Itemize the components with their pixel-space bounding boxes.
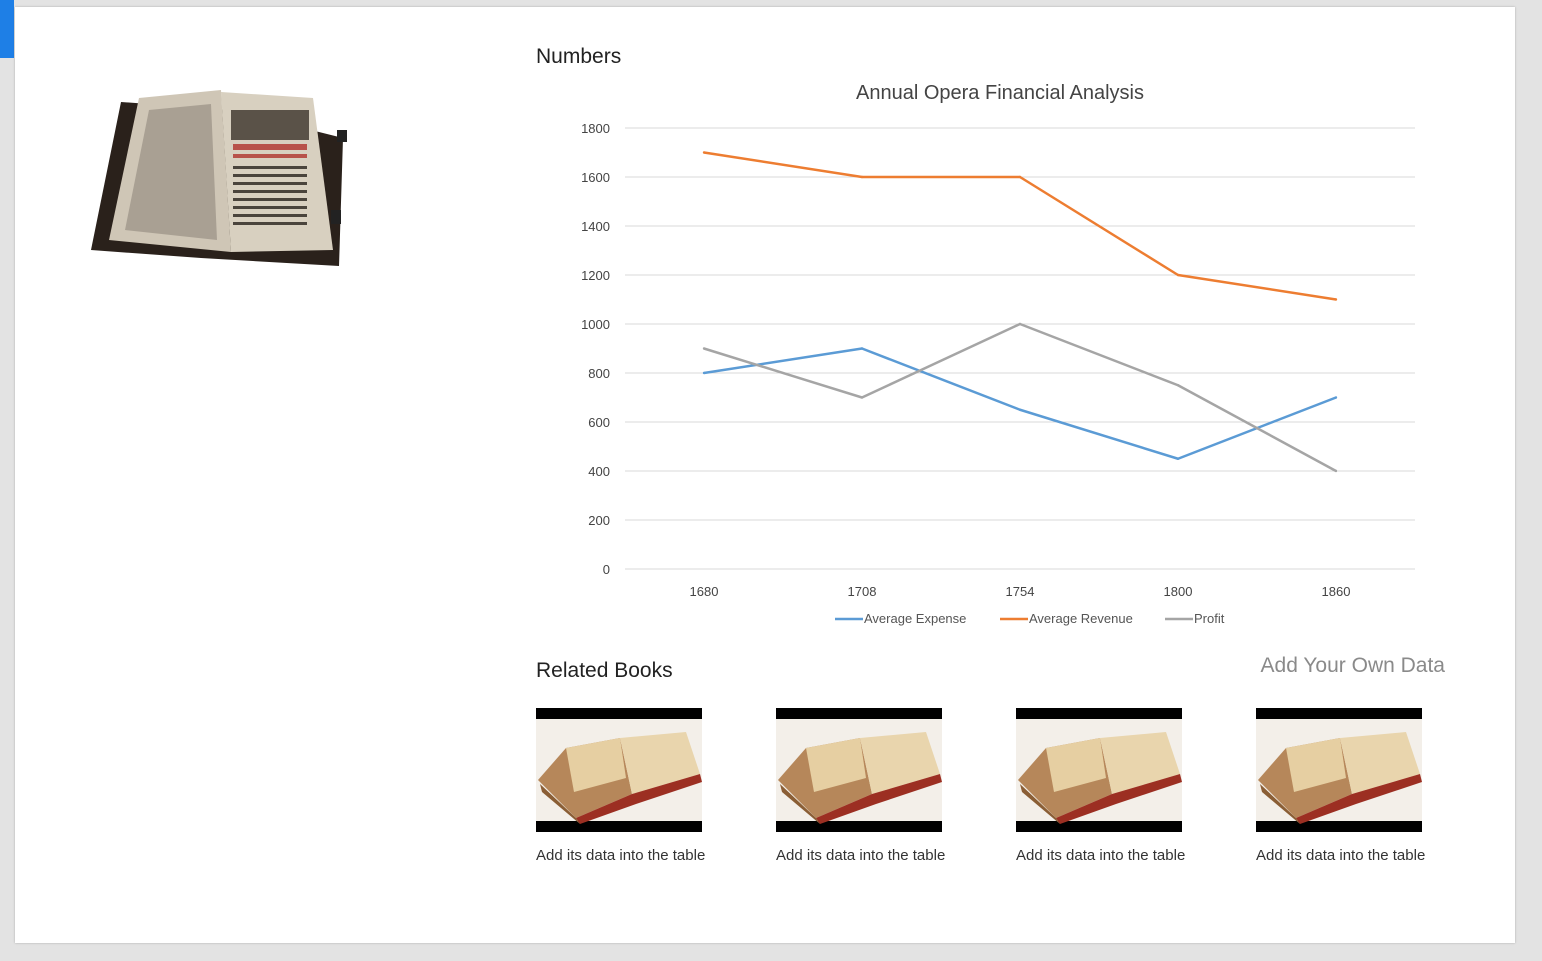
y-tick-label: 400 [588, 464, 610, 479]
x-tick-label: 1680 [690, 584, 719, 599]
x-tick-label: 1754 [1006, 584, 1035, 599]
financial-chart: Annual Opera Financial Analysis 0 200 400 6… [535, 82, 1465, 642]
data-point [860, 175, 864, 179]
y-tick-label: 1000 [581, 317, 610, 332]
data-point [1176, 384, 1180, 387]
line-chart-svg: 0 200 400 600 800 1000 1200 1400 1600 1800 1680 170… [581, 121, 1415, 626]
corner-tab[interactable] [0, 0, 14, 58]
y-tick-label: 600 [588, 415, 610, 430]
data-point [1176, 457, 1180, 460]
book-caption: Add its data into the table [776, 847, 946, 864]
data-point [860, 347, 864, 350]
data-point [1334, 469, 1338, 473]
related-books-list: Add its data into the table Add its data… [536, 708, 1456, 878]
book-caption: Add its data into the table [536, 847, 706, 864]
x-tick-label: 1800 [1164, 584, 1193, 599]
antique-book-image [91, 90, 347, 266]
data-point [1018, 408, 1022, 411]
related-book-card-3: Add its data into the table [1016, 708, 1226, 864]
y-tick-label: 800 [588, 366, 610, 381]
book-thumbnail[interactable] [776, 708, 942, 832]
x-tick-label: 1860 [1322, 584, 1351, 599]
x-tick-label: 1708 [848, 584, 877, 599]
data-point [1334, 298, 1338, 301]
series-line-0 [703, 347, 1337, 460]
y-tick-label: 1800 [581, 121, 610, 136]
data-point [1334, 396, 1338, 399]
book-thumbnail[interactable] [1016, 708, 1182, 832]
y-tick-label: 1200 [581, 268, 610, 283]
add-your-own-data-link[interactable]: Add Your Own Data [1261, 654, 1445, 678]
data-point [702, 151, 706, 154]
related-book-card-4: Add its data into the table [1256, 708, 1466, 864]
y-tick-label: 200 [588, 513, 610, 528]
data-point [1176, 273, 1180, 277]
data-point [1018, 322, 1022, 326]
y-tick-label: 1400 [581, 219, 610, 234]
book-thumbnail[interactable] [536, 708, 702, 832]
data-point [702, 371, 706, 375]
series-line-2 [703, 322, 1337, 473]
book-thumbnail[interactable] [1256, 708, 1422, 832]
y-tick-label: 0 [603, 562, 610, 577]
legend-item: Average Revenue [1000, 611, 1133, 626]
y-tick-label: 1600 [581, 170, 610, 185]
related-books-heading: Related Books [536, 659, 673, 682]
legend-label: Profit [1194, 611, 1225, 626]
legend-item: Profit [1165, 611, 1225, 626]
related-book-card-1: Add its data into the table [536, 708, 746, 864]
legend-label: Average Revenue [1029, 611, 1133, 626]
book-caption: Add its data into the table [1016, 847, 1186, 864]
content-card: Numbers Annual Opera Financial Analysis … [15, 7, 1515, 943]
book-caption: Add its data into the table [1256, 847, 1426, 864]
data-point [1018, 175, 1022, 179]
legend-label: Average Expense [864, 611, 966, 626]
legend-item: Average Expense [835, 611, 966, 626]
related-book-card-2: Add its data into the table [776, 708, 986, 864]
numbers-heading: Numbers [536, 45, 622, 68]
data-point [860, 396, 864, 399]
data-point [702, 347, 706, 350]
